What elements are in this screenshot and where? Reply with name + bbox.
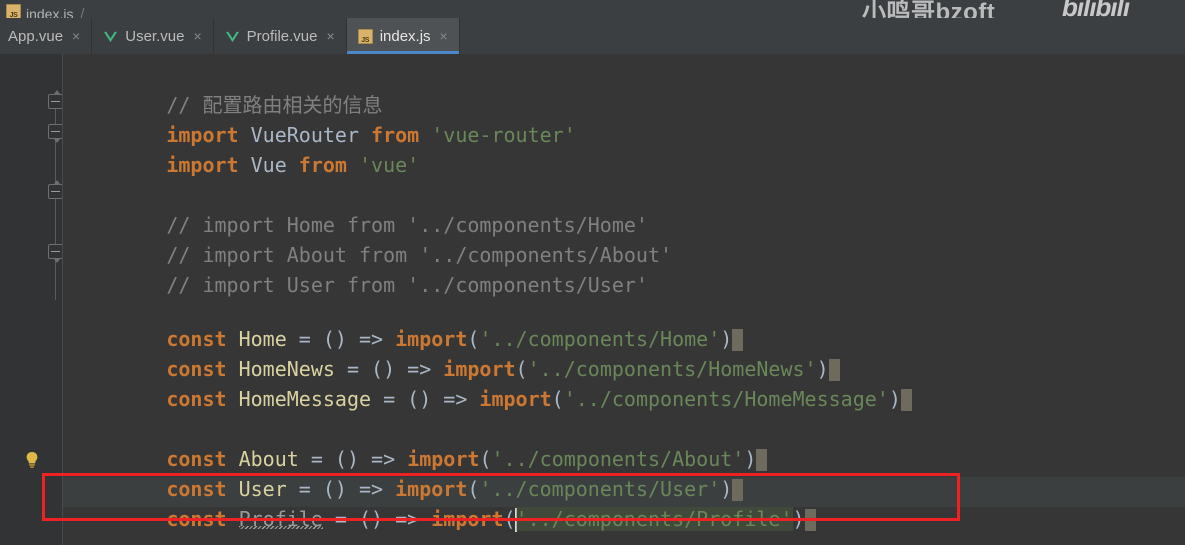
code-line-import-vue: import Vue from 'vue' [62, 120, 419, 177]
js-file-icon [357, 28, 373, 44]
keyword-from: from [298, 153, 347, 177]
tab-label: Profile.vue [246, 27, 318, 45]
tab-label: User.vue [125, 27, 185, 45]
fold-marker[interactable] [48, 90, 63, 109]
fold-marker[interactable] [48, 180, 63, 199]
const-name: HomeMessage [238, 387, 372, 411]
module-path: 'vue-router' [431, 123, 576, 147]
js-file-icon [6, 4, 21, 18]
editor-tab-bar: App.vue × User.vue × Profile.vue × ind [0, 18, 1185, 54]
tab-label: index.js [379, 27, 431, 45]
keyword-const: const [166, 387, 227, 411]
code-line-const-user: const User = () => import('../components… [62, 444, 744, 501]
code-content[interactable]: // 配置路由相关的信息 import VueRouter from 'vue-… [62, 54, 1185, 545]
imported-binding: Vue [250, 153, 287, 177]
code-line-commented-import-user: // import User from '../components/User' [62, 240, 648, 297]
breadcrumb: index.js / [0, 0, 1185, 18]
code-editor[interactable]: // 配置路由相关的信息 import VueRouter from 'vue-… [0, 54, 1185, 545]
breadcrumb-item-index-js[interactable]: index.js [6, 0, 73, 18]
occurrence-highlight [804, 509, 816, 531]
code-line-comment-header: // 配置路由相关的信息 [62, 60, 382, 117]
vue-file-icon [225, 29, 240, 44]
tab-label: App.vue [8, 27, 64, 45]
tab-profile-vue[interactable]: Profile.vue × [214, 18, 347, 54]
dynamic-import-call: import [479, 387, 552, 411]
breadcrumb-separator: / [80, 5, 85, 18]
occurrence-highlight [756, 449, 768, 471]
tab-app-vue[interactable]: App.vue × [0, 18, 93, 54]
module-path: 'vue' [359, 153, 420, 177]
code-line-commented-import-home: // import Home from '../components/Home' [62, 180, 648, 237]
module-path: '../components/Profile' [515, 507, 793, 531]
code-line-const-homenews: const HomeNews = () => import('../compon… [62, 324, 840, 381]
tab-index-js[interactable]: index.js × [346, 18, 460, 54]
editor-gutter[interactable] [0, 54, 63, 545]
ide-window: index.js / 小鸣哥bzoft bilibili App.vue × U… [0, 0, 1185, 545]
code-line-const-home: const Home = () => import('../components… [62, 294, 744, 351]
tab-user-vue[interactable]: User.vue × [92, 18, 214, 54]
arrow-fn: = () => [371, 387, 480, 411]
close-icon[interactable]: × [72, 29, 80, 43]
occurrence-highlight [900, 389, 912, 411]
code-line-const-homemessage: const HomeMessage = () => import('../com… [62, 354, 912, 411]
fold-marker[interactable] [48, 124, 63, 143]
breadcrumb-label: index.js [26, 6, 74, 18]
keyword-import: import [166, 153, 239, 177]
vue-file-icon [103, 29, 118, 44]
module-path: '../components/HomeMessage' [563, 387, 889, 411]
code-line-import-vuerouter: import VueRouter from 'vue-router' [62, 90, 575, 147]
close-icon[interactable]: × [440, 29, 448, 43]
code-line-footer-comment: // 1. 通过Vue.use(插件), 安装插件 [62, 528, 531, 545]
code-line-commented-import-about: // import About from '../components/Abou… [62, 210, 672, 267]
close-icon[interactable]: × [327, 29, 335, 43]
code-line-const-about: const About = () => import('../component… [62, 414, 768, 471]
close-icon[interactable]: × [193, 29, 201, 43]
code-line-const-profile: const Profile = () => import('../compone… [62, 474, 816, 532]
fold-marker[interactable] [48, 244, 63, 263]
